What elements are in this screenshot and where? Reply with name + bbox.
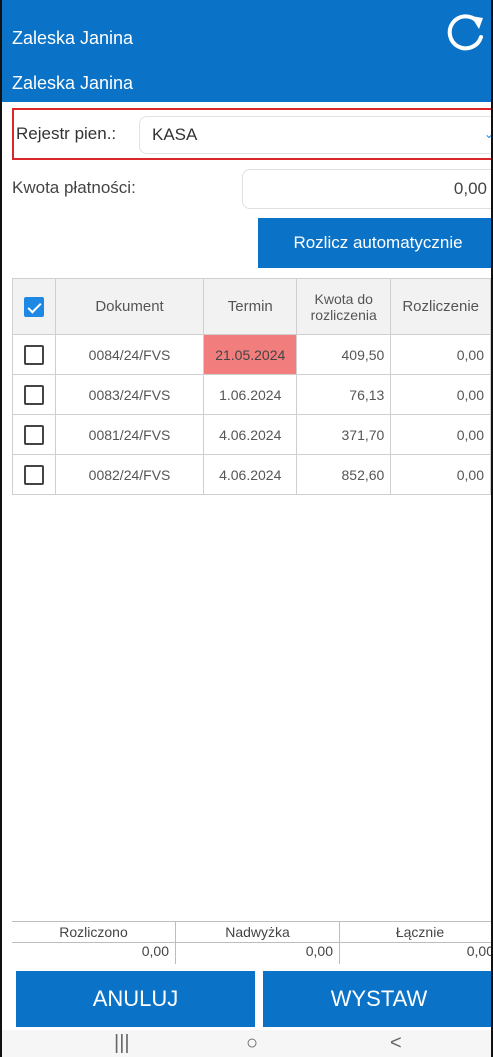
header-subtitle: Zaleska Janina: [12, 73, 134, 93]
payment-amount-value: 0,00: [453, 179, 487, 198]
summary-total: Łącznie 0,00: [340, 922, 493, 964]
header-title: Zaleska Janina: [12, 28, 134, 48]
row-settlement[interactable]: 0,00: [390, 454, 491, 495]
system-nav-bar: ||| ○ <: [2, 1030, 491, 1057]
summary-total-label: Łącznie: [395, 924, 445, 940]
row-checkbox[interactable]: [23, 424, 44, 445]
summary-settled-value: 0,00: [141, 943, 169, 959]
row-document: 0083/24/FVS: [54, 374, 205, 415]
row-amount: 409,50: [296, 334, 392, 375]
row-document: 0082/24/FVS: [54, 454, 205, 495]
documents-table: Dokument Termin Kwota do rozliczenia Roz…: [12, 278, 491, 495]
summary-surplus-label: Nadwyżka: [225, 924, 290, 940]
table-row[interactable]: 0083/24/FVS 1.06.2024 76,13 0,00: [12, 374, 491, 415]
register-selector: Rejestr pien.: KASA ⌄: [12, 108, 493, 160]
row-checkbox[interactable]: [23, 384, 44, 405]
back-icon[interactable]: <: [390, 1032, 402, 1055]
row-settlement[interactable]: 0,00: [390, 334, 491, 375]
row-amount: 852,60: [296, 454, 392, 495]
register-value: KASA: [152, 125, 198, 144]
payment-amount-label: Kwota płatności:: [12, 178, 136, 197]
refresh-icon[interactable]: [443, 12, 487, 56]
table-row[interactable]: 0081/24/FVS 4.06.2024 371,70 0,00: [12, 414, 491, 455]
register-dropdown[interactable]: KASA ⌄: [139, 116, 493, 154]
row-amount: 371,70: [296, 414, 392, 455]
summary-surplus-value: 0,00: [305, 943, 333, 959]
table-row[interactable]: 0084/24/FVS 21.05.2024 409,50 0,00: [12, 334, 491, 375]
row-settlement[interactable]: 0,00: [390, 374, 491, 415]
select-all-checkbox[interactable]: [23, 296, 44, 317]
header-document: Dokument: [54, 278, 205, 335]
payment-amount-input[interactable]: 0,00: [242, 169, 491, 209]
auto-settle-button[interactable]: Rozlicz automatycznie: [258, 218, 491, 268]
summary-total-value: 0,00: [466, 943, 493, 959]
row-due-date: 4.06.2024: [203, 454, 298, 495]
table-row[interactable]: 0082/24/FVS 4.06.2024 852,60 0,00: [12, 454, 491, 495]
app-header: Zaleska Janina Zaleska Janina: [2, 0, 491, 102]
row-due-date: 21.05.2024: [203, 334, 298, 375]
cancel-button[interactable]: ANULUJ: [16, 971, 255, 1027]
header-amount: Kwota do rozliczenia: [296, 278, 392, 335]
summary-settled: Rozliczono 0,00: [12, 922, 176, 964]
issue-button[interactable]: WYSTAW: [263, 971, 491, 1027]
summary-bar: Rozliczono 0,00 Nadwyżka 0,00 Łącznie 0,…: [12, 921, 493, 964]
row-due-date: 1.06.2024: [203, 374, 298, 415]
row-document: 0084/24/FVS: [54, 334, 205, 375]
recent-apps-icon[interactable]: |||: [114, 1032, 130, 1055]
register-label: Rejestr pien.:: [16, 124, 117, 143]
row-checkbox[interactable]: [23, 464, 44, 485]
chevron-down-icon: ⌄: [483, 127, 493, 141]
row-checkbox[interactable]: [23, 344, 44, 365]
summary-surplus: Nadwyżka 0,00: [176, 922, 340, 964]
summary-settled-label: Rozliczono: [59, 924, 128, 940]
row-due-date: 4.06.2024: [203, 414, 298, 455]
phone-screen: Zaleska Janina Zaleska Janina Rejestr pi…: [0, 0, 493, 1057]
row-settlement[interactable]: 0,00: [390, 414, 491, 455]
header-settlement: Rozliczenie: [390, 278, 491, 335]
home-icon[interactable]: ○: [246, 1032, 258, 1055]
header-due-date: Termin: [203, 278, 298, 335]
row-document: 0081/24/FVS: [54, 414, 205, 455]
table-header-row: Dokument Termin Kwota do rozliczenia Roz…: [12, 278, 491, 335]
row-amount: 76,13: [296, 374, 392, 415]
select-all-cell[interactable]: [12, 278, 56, 335]
